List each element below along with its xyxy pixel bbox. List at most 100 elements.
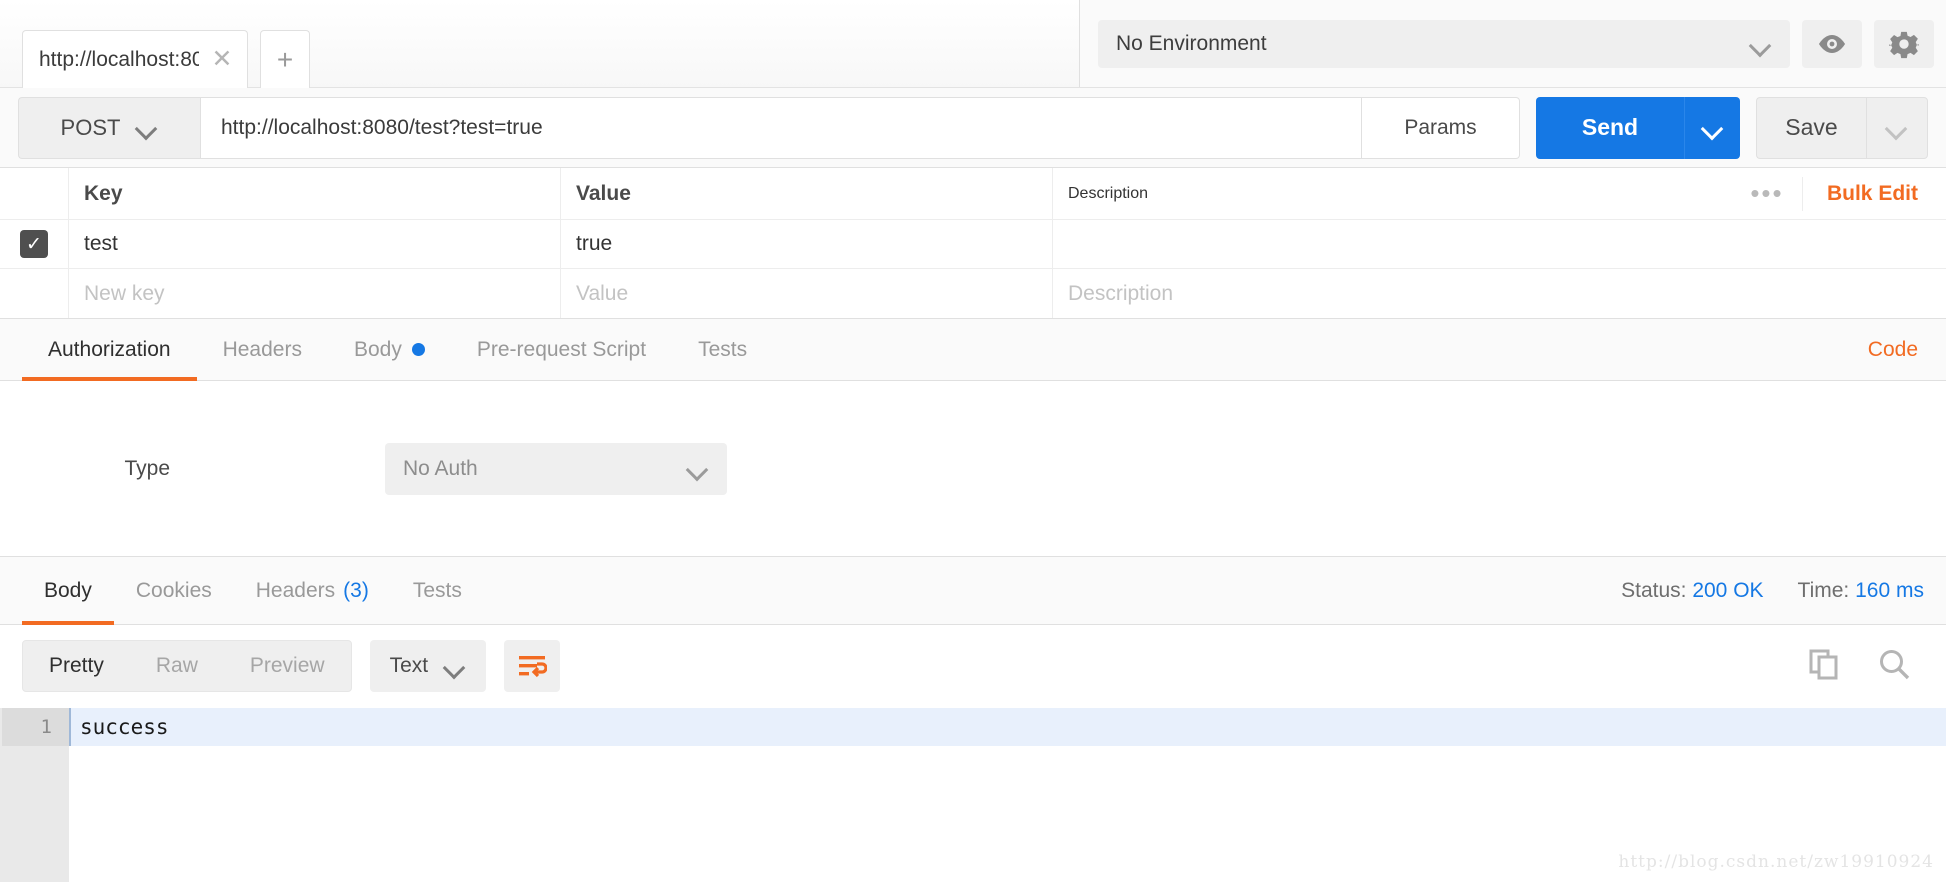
send-button[interactable]: Send <box>1536 96 1684 159</box>
environment-select[interactable]: No Environment <box>1098 20 1790 68</box>
request-tab[interactable]: http://localhost:808 ✕ <box>22 30 248 88</box>
column-header-description: Description <box>1068 184 1149 202</box>
view-mode-raw[interactable]: Raw <box>130 641 224 691</box>
view-mode-segmented-control: Pretty Raw Preview <box>22 640 352 692</box>
chevron-down-icon <box>444 660 466 673</box>
auth-type-label: Type <box>124 456 170 480</box>
response-headers-count: (3) <box>343 578 369 602</box>
view-mode-preview[interactable]: Preview <box>224 641 351 691</box>
eye-icon[interactable] <box>1802 20 1862 68</box>
params-table: Key Value Description ••• Bulk Edit ✓ te… <box>0 168 1946 319</box>
request-tabs: Authorization Headers Body Pre-request S… <box>0 319 1946 381</box>
http-method-select[interactable]: POST <box>18 96 200 159</box>
table-row-placeholder[interactable]: New key Value Description <box>0 269 1946 318</box>
tab-authorization-label: Authorization <box>48 337 171 361</box>
response-tab-cookies-label: Cookies <box>135 578 212 602</box>
header-tools: ••• Bulk Edit <box>1732 176 1946 211</box>
url-input[interactable]: http://localhost:8080/test?test=true <box>200 96 1362 159</box>
code-line[interactable]: success <box>69 708 1946 746</box>
time-value: 160 ms <box>1855 578 1924 602</box>
column-header-key: Key <box>69 168 561 219</box>
watermark: http://blog.csdn.net/zw19910924 <box>1618 852 1934 872</box>
chevron-down-icon <box>1750 38 1772 51</box>
new-description-input[interactable]: Description <box>1053 269 1946 318</box>
tab-pre-request-script[interactable]: Pre-request Script <box>451 319 672 381</box>
tab-body-label: Body <box>353 337 402 361</box>
authorization-pane: Type No Auth <box>0 381 1946 557</box>
chevron-down-icon <box>687 462 709 475</box>
response-tab-tests[interactable]: Tests <box>391 557 484 625</box>
environment-area: No Environment <box>1080 0 1946 88</box>
ellipsis-icon[interactable]: ••• <box>1732 180 1802 207</box>
response-toolbar: Pretty Raw Preview Text <box>0 625 1946 707</box>
tab-headers[interactable]: Headers <box>197 319 328 381</box>
header-check-cell <box>0 168 69 219</box>
save-button[interactable]: Save <box>1756 96 1866 159</box>
postman-app: http://localhost:808 ✕ + No Environment <box>0 0 1946 882</box>
tab-tests-label: Tests <box>698 337 748 361</box>
copy-icon[interactable] <box>1808 648 1840 685</box>
send-options-button[interactable] <box>1684 96 1740 159</box>
top-bar: http://localhost:808 ✕ + No Environment <box>0 0 1946 88</box>
tab-pre-request-script-label: Pre-request Script <box>476 337 647 361</box>
response-body-editor[interactable]: 1 success http://blog.csdn.net/zw1991092… <box>0 707 1946 882</box>
save-group: Save <box>1756 96 1928 159</box>
row-checkbox-cell-empty[interactable] <box>0 269 69 318</box>
chevron-down-icon <box>1886 121 1908 134</box>
response-format-select[interactable]: Text <box>369 640 487 692</box>
close-icon[interactable]: ✕ <box>209 47 235 73</box>
response-tool-icons <box>1808 648 1924 685</box>
request-tab-label: http://localhost:808 <box>39 47 199 71</box>
new-value-input[interactable]: Value <box>561 269 1053 318</box>
status-value: 200 OK <box>1692 578 1764 602</box>
response-tab-body[interactable]: Body <box>22 557 114 625</box>
time-label: Time: <box>1797 578 1850 602</box>
row-key[interactable]: test <box>69 220 561 268</box>
new-tab-button[interactable]: + <box>260 30 310 88</box>
response-tabs: Body Cookies Headers (3) Tests Status: 2… <box>0 557 1946 625</box>
editor-left-edge <box>0 708 2 882</box>
column-header-value: Value <box>561 168 1053 219</box>
column-header-description-area: Description ••• Bulk Edit <box>1053 168 1946 219</box>
table-row[interactable]: ✓ test true <box>0 220 1946 269</box>
response-tab-tests-label: Tests <box>412 578 462 602</box>
row-checkbox[interactable]: ✓ <box>20 230 48 258</box>
response-meta: Status: 200 OK Time: 160 ms <box>1621 579 1924 603</box>
url-value: http://localhost:8080/test?test=true <box>221 115 543 139</box>
search-icon[interactable] <box>1878 648 1910 685</box>
time-badge: Time: 160 ms <box>1798 579 1924 603</box>
word-wrap-icon[interactable] <box>504 640 561 692</box>
row-checkbox-cell[interactable]: ✓ <box>0 220 69 268</box>
save-options-button[interactable] <box>1866 96 1928 159</box>
response-tab-headers[interactable]: Headers (3) <box>234 557 391 625</box>
gear-icon[interactable] <box>1874 20 1934 68</box>
tab-body[interactable]: Body <box>328 319 451 381</box>
status-badge: Status: 200 OK <box>1621 579 1763 603</box>
request-url-row: POST http://localhost:8080/test?test=tru… <box>0 88 1946 168</box>
environment-value: No Environment <box>1116 32 1267 55</box>
tab-tests[interactable]: Tests <box>672 319 773 381</box>
line-number-gutter: 1 <box>0 708 69 882</box>
line-number: 1 <box>0 708 69 746</box>
row-description[interactable] <box>1053 220 1946 268</box>
new-key-input[interactable]: New key <box>69 269 561 318</box>
auth-type-value: No Auth <box>403 456 478 480</box>
response-tab-body-label: Body <box>44 578 92 602</box>
tab-headers-label: Headers <box>222 337 302 361</box>
tab-authorization[interactable]: Authorization <box>22 319 197 381</box>
body-indicator-dot-icon <box>411 343 425 356</box>
send-group: Send <box>1536 96 1740 159</box>
request-tab-strip: http://localhost:808 ✕ + <box>0 0 1080 88</box>
status-label: Status: <box>1621 578 1687 602</box>
response-tab-cookies[interactable]: Cookies <box>114 557 234 625</box>
response-tab-headers-label: Headers <box>255 578 336 602</box>
params-button[interactable]: Params <box>1362 96 1520 159</box>
chevron-down-icon <box>136 121 158 134</box>
bulk-edit-link[interactable]: Bulk Edit <box>1801 176 1946 211</box>
auth-type-select[interactable]: No Auth <box>385 442 727 495</box>
http-method-label: POST <box>60 114 121 140</box>
response-format-value: Text <box>389 654 429 677</box>
row-value[interactable]: true <box>561 220 1053 268</box>
view-mode-pretty[interactable]: Pretty <box>23 641 130 691</box>
code-link[interactable]: Code <box>1868 338 1924 362</box>
